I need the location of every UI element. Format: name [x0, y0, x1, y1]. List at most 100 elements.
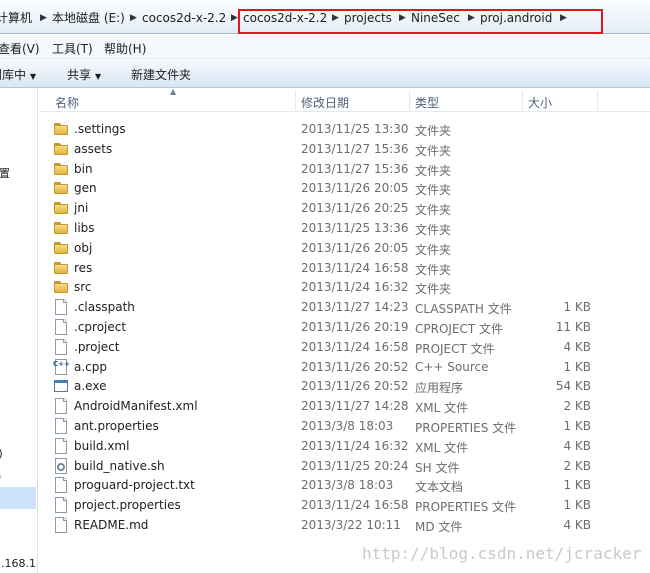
highlight-annotation-box [238, 9, 603, 34]
folder-icon [53, 180, 69, 196]
file-row[interactable]: .cproject 2013/11/26 20:19 CPROJECT 文件 11 K… [39, 317, 650, 337]
breadcrumb-cocos2d[interactable]: cocos2d-x-2.2 [142, 9, 226, 27]
file-icon [53, 299, 69, 316]
file-icon [53, 516, 69, 533]
file-date: 2013/11/27 14:23 [301, 300, 409, 315]
file-date: 2013/3/8 18:03 [301, 418, 394, 433]
file-name: jni [74, 201, 89, 216]
file-icon [53, 497, 69, 514]
file-name: .settings [74, 122, 126, 136]
file-row[interactable]: libs 2013/11/25 13:36 文件夹 [39, 218, 650, 238]
chevron-down-icon: ▼ [95, 72, 102, 81]
file-name: .classpath [74, 300, 135, 315]
file-date: 2013/11/24 16:32 [301, 438, 409, 453]
menu-view[interactable]: 查看(V) [0, 40, 40, 57]
file-date: 2013/11/26 20:52 [301, 359, 409, 374]
column-type-header[interactable]: 类型 [415, 94, 439, 111]
file-type: XML 文件 [415, 401, 469, 416]
file-row[interactable]: .settings 2013/11/25 13:30 文件夹 [39, 119, 650, 139]
file-name: a.exe [74, 379, 107, 394]
chevron-right-icon[interactable]: ▶ [40, 9, 47, 27]
breadcrumb-drive-e[interactable]: 本地磁盘 (E:) [52, 9, 125, 27]
file-row[interactable]: project.properties 2013/11/24 16:58 PROPER… [39, 495, 650, 515]
folder-icon [53, 260, 69, 276]
file-row[interactable]: .classpath 2013/11/27 14:23 CLASSPATH 文件 1 … [39, 297, 650, 317]
file-date: 2013/11/25 13:36 [301, 220, 409, 235]
file-row[interactable]: ant.properties 2013/3/8 18:03 PROPERTIES 文… [39, 416, 650, 436]
file-size: 4 KB [563, 438, 591, 453]
file-name: assets [74, 141, 113, 156]
file-icon [53, 318, 69, 335]
file-row[interactable]: .project 2013/11/24 16:58 PROJECT 文件 4 KB [39, 337, 650, 357]
file-row[interactable]: build.xml 2013/11/24 16:32 XML 文件 4 KB [39, 436, 650, 456]
nav-item-location[interactable]: 位置 [0, 165, 10, 181]
file-size: 1 KB [563, 418, 591, 433]
file-row[interactable]: AndroidManifest.xml 2013/11/27 14:28 XML 文… [39, 396, 650, 416]
file-type: PROPERTIES 文件 [415, 420, 517, 435]
file-date: 2013/11/26 20:05 [301, 181, 409, 196]
chevron-right-icon[interactable]: ▶ [130, 9, 137, 27]
file-row[interactable]: bin 2013/11/27 15:36 文件夹 [39, 159, 650, 179]
file-date: 2013/11/26 20:19 [301, 319, 409, 334]
file-date: 2013/11/26 20:05 [301, 240, 409, 255]
file-name: obj [74, 240, 93, 255]
file-row[interactable]: README.md 2013/3/22 10:11 MD 文件 4 KB [39, 515, 650, 535]
file-icon [53, 417, 69, 434]
file-size: 1 KB [563, 359, 591, 374]
share-button[interactable]: 共享 ▼ [67, 66, 101, 83]
file-name: .cproject [74, 319, 127, 334]
file-row[interactable]: jni 2013/11/26 20:25 文件夹 [39, 198, 650, 218]
file-name: bin [74, 161, 93, 176]
file-date: 2013/3/22 10:11 [301, 517, 401, 532]
file-row[interactable]: assets 2013/11/27 15:36 文件夹 [39, 139, 650, 159]
file-size: 2 KB [563, 399, 591, 414]
file-row[interactable]: src 2013/11/24 16:32 文件夹 [39, 277, 650, 297]
column-date-header[interactable]: 修改日期 [301, 94, 349, 111]
menu-help[interactable]: 帮助(H) [104, 40, 146, 57]
nav-item-network[interactable]: 2.168.1 [0, 557, 36, 570]
file-row[interactable]: build_native.sh 2013/11/25 20:24 SH 文件 2 KB [39, 456, 650, 476]
file-row[interactable]: proguard-project.txt 2013/3/8 18:03 文本文档 1 … [39, 475, 650, 495]
column-divider[interactable] [409, 91, 410, 110]
address-bar[interactable]: 计算机 ▶ 本地磁盘 (E:) ▶ cocos2d-x-2.2 ▶ cocos2… [0, 0, 650, 34]
file-type: CPROJECT 文件 [415, 321, 504, 336]
breadcrumb-computer[interactable]: 计算机 [0, 9, 32, 27]
watermark: http://blog.csdn.net/jcracker [362, 544, 642, 563]
file-type: 文本文档 [415, 480, 464, 495]
nav-item-drive-d[interactable]: D) [0, 447, 3, 460]
file-date: 2013/11/27 15:36 [301, 161, 409, 176]
file-size: 11 KB [555, 319, 591, 334]
file-date: 2013/11/26 20:52 [301, 379, 409, 394]
column-divider[interactable] [597, 91, 598, 110]
cpp-file-icon: C++ [53, 358, 70, 375]
new-folder-button[interactable]: 新建文件夹 [131, 66, 191, 83]
file-date: 2013/11/26 20:25 [301, 201, 409, 216]
file-type: 应用程序 [415, 381, 464, 396]
toolbar: 到库中▼ 共享▼ 新建文件夹 [0, 60, 650, 88]
include-in-library-button[interactable]: 到库中▼ [0, 66, 36, 83]
file-date: 2013/11/27 14:28 [301, 399, 409, 414]
file-icon [53, 477, 69, 494]
file-row[interactable]: obj 2013/11/26 20:05 文件夹 [39, 238, 650, 258]
file-icon [53, 398, 69, 415]
file-row[interactable]: C++ a.cpp 2013/11/26 20:52 C++ Source 1 KB [39, 357, 650, 377]
file-size: 4 KB [563, 517, 591, 532]
file-type: SH 文件 [415, 460, 460, 475]
file-name: libs [74, 220, 95, 235]
navigation-pane[interactable]: 位置 D) E) F) 2.168.1 [0, 89, 38, 573]
file-row[interactable]: gen 2013/11/26 20:05 文件夹 [39, 178, 650, 198]
column-divider[interactable] [295, 91, 296, 110]
file-row[interactable]: res 2013/11/24 16:58 文件夹 [39, 258, 650, 278]
chevron-right-icon[interactable]: ▶ [231, 9, 238, 27]
chevron-down-icon: ▼ [30, 72, 37, 81]
file-list: .settings 2013/11/25 13:30 文件夹 assets 2013/1… [39, 119, 650, 535]
column-name-header[interactable]: 名称 [55, 94, 79, 111]
column-divider[interactable] [522, 91, 523, 110]
file-name: a.cpp [74, 359, 107, 374]
nav-item-drive-f[interactable]: F) [0, 491, 1, 504]
nav-item-drive-e[interactable]: E) [0, 470, 1, 483]
menu-tools[interactable]: 工具(T) [52, 40, 93, 57]
column-size-header[interactable]: 大小 [528, 94, 552, 111]
include-in-library-label: 到库中 [0, 68, 27, 82]
file-row[interactable]: a.exe 2013/11/26 20:52 应用程序 54 KB [39, 376, 650, 396]
